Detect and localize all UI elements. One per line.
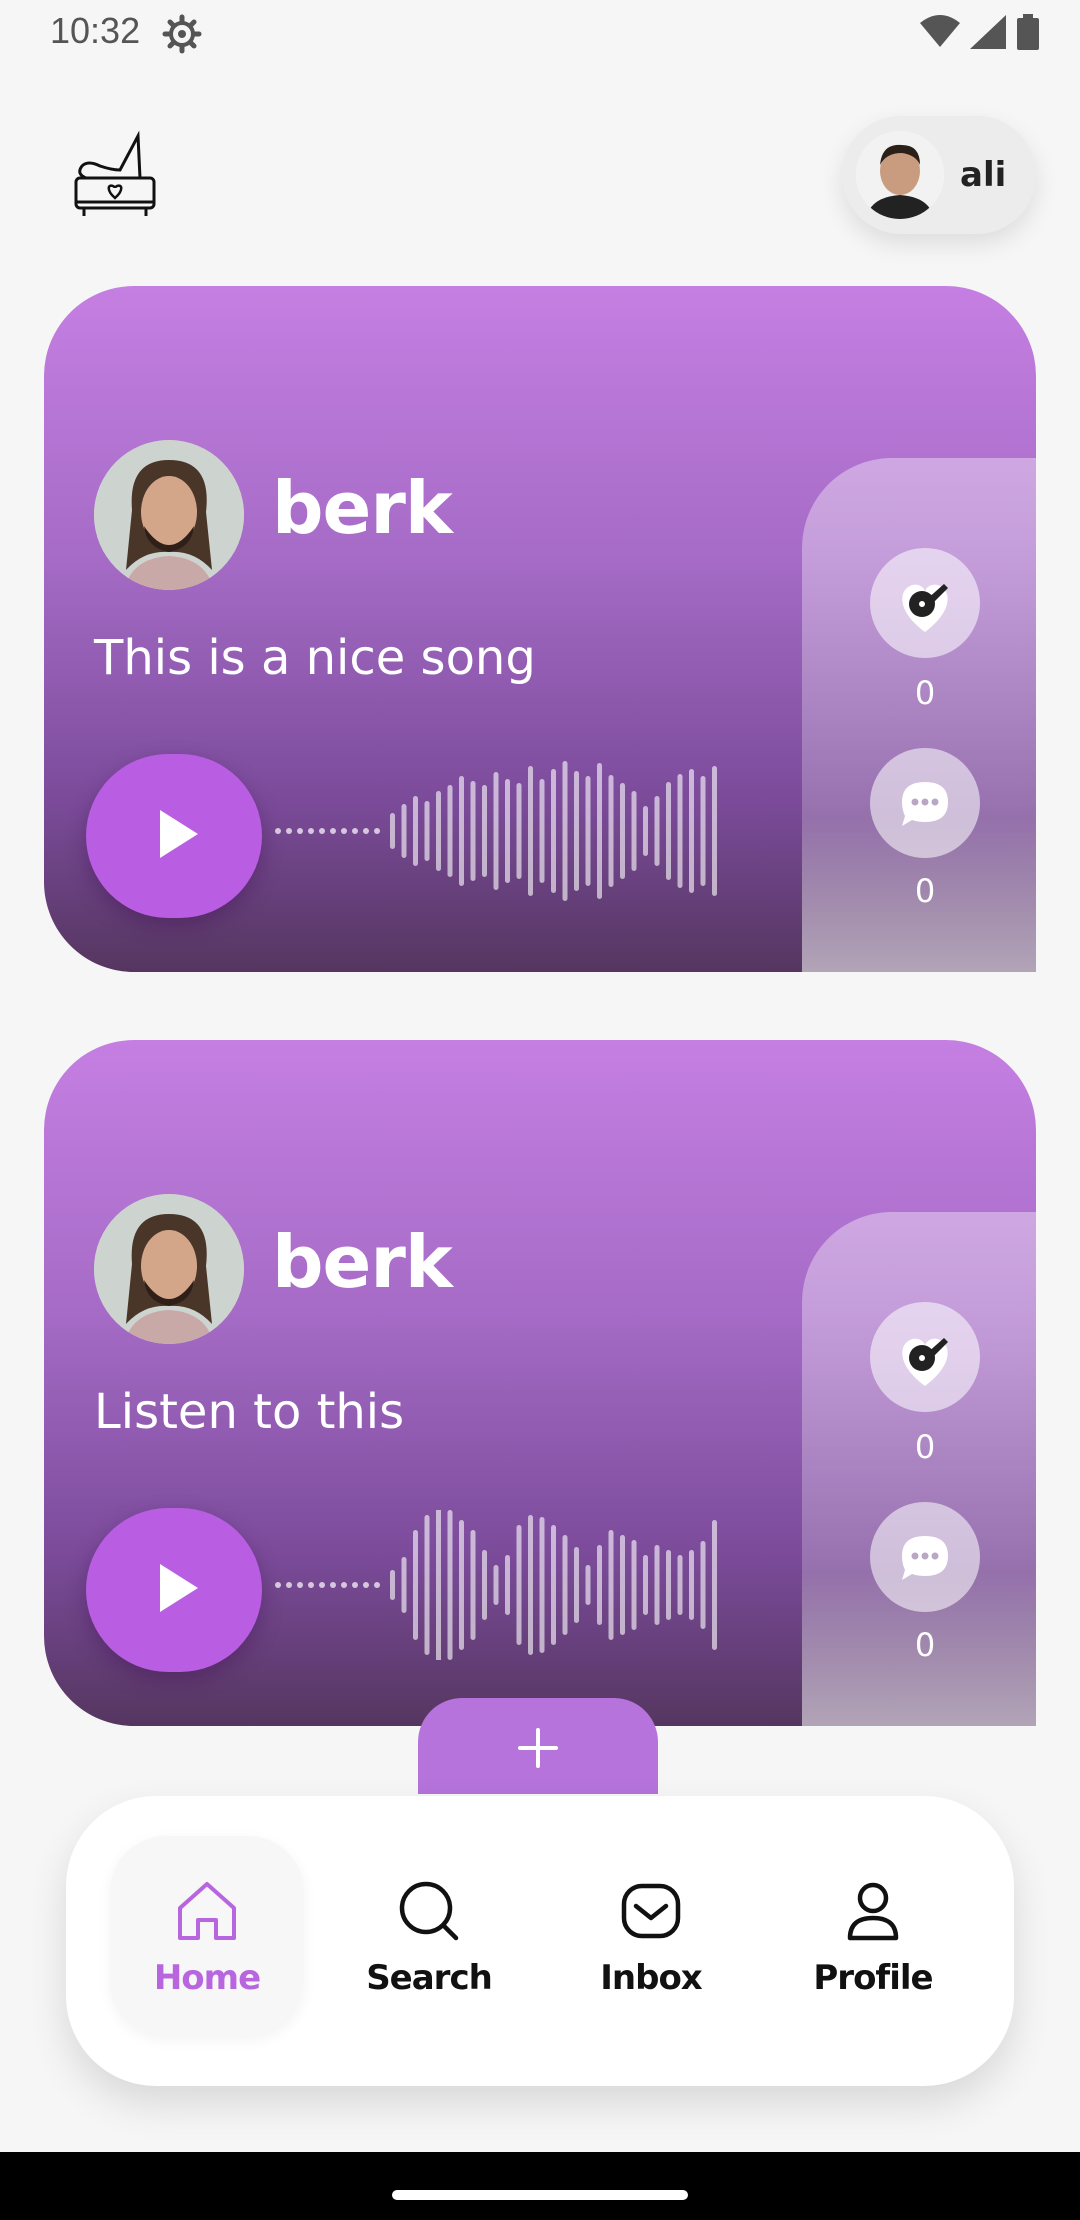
nav-search[interactable]: Search	[332, 1836, 526, 2036]
post-card[interactable]: berk This is a nice song 0 0	[44, 286, 1036, 972]
plus-icon	[518, 1728, 558, 1768]
status-bar: 10:32	[0, 0, 1080, 66]
add-post-button[interactable]	[418, 1698, 658, 1794]
comment-button[interactable]	[870, 1502, 980, 1612]
user-name: ali	[960, 155, 1007, 195]
author-avatar[interactable]	[94, 440, 244, 590]
nav-search-label: Search	[366, 1958, 493, 1998]
home-indicator[interactable]	[392, 2190, 688, 2200]
author-name[interactable]: berk	[272, 1220, 453, 1304]
author-name[interactable]: berk	[272, 466, 453, 550]
profile-icon	[847, 1882, 899, 1941]
audio-waveform[interactable]	[270, 756, 830, 906]
like-count: 0	[914, 1428, 936, 1466]
play-button[interactable]	[86, 1508, 262, 1672]
current-user-chip[interactable]: ali	[842, 116, 1036, 234]
post-caption: This is a nice song	[94, 630, 536, 686]
nav-profile-label: Profile	[813, 1958, 933, 1998]
play-icon	[160, 1564, 198, 1612]
like-button[interactable]	[870, 1302, 980, 1412]
settings-gear-icon	[162, 14, 202, 54]
like-button[interactable]	[870, 548, 980, 658]
nav-inbox[interactable]: Inbox	[554, 1836, 748, 2036]
inbox-icon	[621, 1883, 681, 1939]
audio-waveform[interactable]	[270, 1510, 830, 1660]
comment-count: 0	[914, 1626, 936, 1664]
comment-button[interactable]	[870, 748, 980, 858]
battery-icon	[1017, 14, 1039, 50]
comment-bubble-icon	[902, 782, 948, 826]
wifi-icon	[920, 15, 960, 47]
like-count: 0	[914, 674, 936, 712]
play-icon	[160, 810, 198, 858]
comment-count: 0	[914, 872, 936, 910]
bottom-nav: Home Search Inbox Profile	[66, 1796, 1014, 2086]
heart-record-icon	[902, 1338, 948, 1386]
nav-inbox-label: Inbox	[600, 1958, 702, 1998]
heart-record-icon	[902, 584, 948, 632]
status-indicators	[920, 14, 1040, 50]
post-caption: Listen to this	[94, 1384, 405, 1440]
user-avatar	[856, 131, 944, 219]
nav-profile[interactable]: Profile	[776, 1836, 970, 2036]
search-icon	[399, 1881, 459, 1941]
play-button[interactable]	[86, 754, 262, 918]
status-time: 10:32	[50, 10, 141, 51]
comment-bubble-icon	[902, 1536, 948, 1580]
post-card[interactable]: berk Listen to this 0 0	[44, 1040, 1036, 1726]
nav-home-label: Home	[153, 1958, 261, 1998]
signal-icon	[970, 15, 1006, 49]
home-icon	[178, 1882, 236, 1940]
author-avatar[interactable]	[94, 1194, 244, 1344]
system-nav-bar	[0, 2152, 1080, 2220]
nav-home[interactable]: Home	[110, 1836, 304, 2036]
gramophone-logo-icon	[74, 130, 156, 216]
